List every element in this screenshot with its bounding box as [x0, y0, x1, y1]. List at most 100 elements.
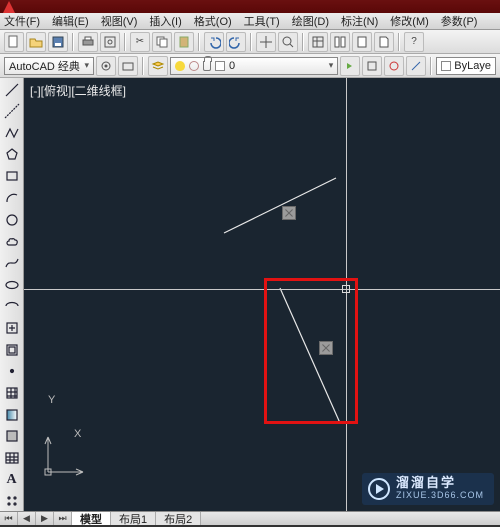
tab-layout1[interactable]: 布局1: [111, 512, 156, 525]
menu-tools[interactable]: 工具(T): [244, 13, 280, 29]
workspace-save-icon[interactable]: [118, 56, 138, 76]
region-icon[interactable]: [2, 427, 22, 447]
tab-prev-icon[interactable]: ◀: [18, 512, 36, 525]
hatch-icon[interactable]: [2, 383, 22, 403]
make-block-icon[interactable]: [2, 340, 22, 360]
drawing-viewport[interactable]: [-][俯视][二维线框] Y X 溜溜自学 Z: [24, 78, 500, 511]
layer-states-icon[interactable]: [362, 56, 382, 76]
sheet-set-icon[interactable]: [374, 32, 394, 52]
help-icon[interactable]: ?: [404, 32, 424, 52]
watermark-url: ZIXUE.3D66.COM: [396, 489, 484, 501]
grip-handle[interactable]: [282, 206, 296, 220]
cut-icon[interactable]: ✂: [130, 32, 150, 52]
tab-model[interactable]: 模型: [72, 512, 111, 525]
freeze-icon: [189, 61, 199, 71]
ucs-y-label: Y: [48, 394, 55, 406]
menu-bar: 文件(F) 编辑(E) 视图(V) 插入(I) 格式(O) 工具(T) 绘图(D…: [0, 13, 500, 30]
menu-draw[interactable]: 绘图(D): [292, 13, 329, 29]
spline-icon[interactable]: [2, 253, 22, 273]
paste-icon[interactable]: [174, 32, 194, 52]
gradient-icon[interactable]: [2, 405, 22, 425]
mtext-icon[interactable]: A: [2, 470, 22, 490]
insert-block-icon[interactable]: [2, 318, 22, 338]
crosshair-horizontal: [24, 289, 500, 290]
tab-last-icon[interactable]: ⏭: [54, 512, 72, 525]
ellipse-icon[interactable]: [2, 275, 22, 295]
menu-insert[interactable]: 插入(I): [149, 13, 181, 29]
revision-cloud-icon[interactable]: [2, 232, 22, 252]
workspace-select[interactable]: AutoCAD 经典: [4, 57, 94, 75]
properties-icon[interactable]: [308, 32, 328, 52]
polygon-icon[interactable]: [2, 145, 22, 165]
new-icon[interactable]: [4, 32, 24, 52]
menu-parametric[interactable]: 参数(P): [441, 13, 478, 29]
ucs-icon[interactable]: Y X: [38, 432, 88, 485]
redo-icon[interactable]: [226, 32, 246, 52]
toolbar-separator: [250, 33, 252, 51]
layer-name: 0: [229, 60, 235, 72]
polyline-icon[interactable]: [2, 123, 22, 143]
circle-icon[interactable]: [2, 210, 22, 230]
layer-iso-icon[interactable]: [384, 56, 404, 76]
watermark: 溜溜自学 ZIXUE.3D66.COM: [362, 473, 494, 505]
copy-icon[interactable]: [152, 32, 172, 52]
toolbar-separator: [72, 33, 74, 51]
color-label: ByLaye: [454, 60, 491, 72]
play-icon: [368, 478, 390, 500]
print-icon[interactable]: [78, 32, 98, 52]
workspace-toolbar: AutoCAD 经典 0 ByLaye: [0, 54, 500, 78]
standard-toolbar: ✂ ?: [0, 30, 500, 54]
app-icon: [0, 0, 18, 13]
color-swatch-icon: [441, 61, 451, 71]
watermark-brand: 溜溜自学: [396, 477, 484, 489]
toolbar-separator: [302, 33, 304, 51]
toolbar-separator: [430, 57, 432, 75]
menu-file[interactable]: 文件(F): [4, 13, 40, 29]
line-icon[interactable]: [2, 80, 22, 100]
lock-icon: [203, 61, 211, 71]
design-center-icon[interactable]: [330, 32, 350, 52]
plot-preview-icon[interactable]: [100, 32, 120, 52]
pan-icon[interactable]: [256, 32, 276, 52]
menu-modify[interactable]: 修改(M): [390, 13, 429, 29]
undo-icon[interactable]: [204, 32, 224, 52]
highlight-rectangle: [264, 278, 358, 424]
tab-layout2[interactable]: 布局2: [156, 512, 201, 525]
tab-next-icon[interactable]: ▶: [36, 512, 54, 525]
color-select[interactable]: ByLaye: [436, 57, 496, 75]
workspace-label: AutoCAD 经典: [9, 58, 80, 74]
layer-select[interactable]: 0: [170, 57, 338, 75]
construction-line-icon[interactable]: [2, 102, 22, 122]
open-icon[interactable]: [26, 32, 46, 52]
tab-strip-blank: [201, 512, 500, 525]
zoom-icon[interactable]: [278, 32, 298, 52]
menu-format[interactable]: 格式(O): [194, 13, 232, 29]
save-icon[interactable]: [48, 32, 68, 52]
point-icon[interactable]: [2, 362, 22, 382]
rectangle-icon[interactable]: [2, 167, 22, 187]
toolbar-separator: [398, 33, 400, 51]
content-area: A [-][俯视][二维线框] Y X: [0, 78, 500, 511]
table-icon[interactable]: [2, 448, 22, 468]
ucs-x-label: X: [74, 428, 81, 440]
layout-tabs: ⏮ ◀ ▶ ⏭ 模型 布局1 布局2: [0, 511, 500, 525]
menu-dimension[interactable]: 标注(N): [341, 13, 378, 29]
draw-toolbar: A: [0, 78, 24, 511]
tab-first-icon[interactable]: ⏮: [0, 512, 18, 525]
color-swatch-icon: [215, 61, 225, 71]
toolbar-grip-icon[interactable]: [2, 491, 22, 511]
ellipse-arc-icon[interactable]: [2, 297, 22, 317]
layer-match-icon[interactable]: [406, 56, 426, 76]
toolbar-separator: [198, 33, 200, 51]
menu-edit[interactable]: 编辑(E): [52, 13, 89, 29]
layer-previous-icon[interactable]: [340, 56, 360, 76]
bulb-icon: [175, 61, 185, 71]
toolbar-separator: [124, 33, 126, 51]
workspace-settings-icon[interactable]: [96, 56, 116, 76]
arc-icon[interactable]: [2, 188, 22, 208]
tool-palettes-icon[interactable]: [352, 32, 372, 52]
toolbar-separator: [142, 57, 144, 75]
title-bar: [0, 0, 500, 13]
menu-view[interactable]: 视图(V): [101, 13, 138, 29]
layer-manager-icon[interactable]: [148, 56, 168, 76]
